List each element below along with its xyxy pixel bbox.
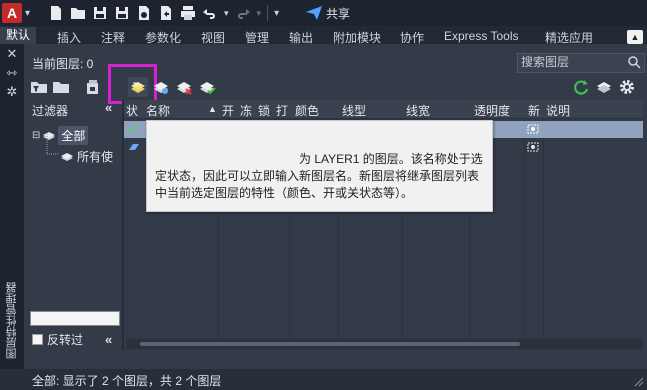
share-file-icon[interactable] [158,5,174,21]
tree-connector [46,134,59,155]
current-layer-check-icon: ✔ [128,121,139,136]
new-layer-vp-frozen-icon[interactable] [152,78,170,96]
save-icon[interactable] [92,5,108,21]
tooltip-line-2: 定状态，因此可以立即输入新图层名。新图层将继承图层列表 [155,169,480,183]
open-web-icon[interactable] [136,5,152,21]
layers-filter-icon [61,152,73,161]
col-on[interactable]: 开 [222,102,234,119]
new-property-filter-icon[interactable] [30,78,48,96]
autocad-logo: A [2,3,22,23]
refresh-icon[interactable] [572,78,590,96]
collapse-filters-button[interactable]: « [105,100,112,115]
undo-icon[interactable] [202,5,218,21]
current-layer-label: 当前图层: 0 [32,57,94,71]
palette-title: 图层特性管理器 [6,282,18,359]
col-plot[interactable]: 打 [276,102,288,119]
col-linetype[interactable]: 线型 [342,102,366,119]
qat-separator [267,5,269,21]
col-color[interactable]: 颜色 [295,102,319,119]
col-status[interactable]: 状 [126,102,138,119]
plot-icon[interactable] [180,5,196,21]
delete-layer-icon[interactable] [175,78,193,96]
customize-qat-icon[interactable]: ▾ [274,8,279,19]
status-text: 全部: 显示了 2 个图层，共 2 个图层 [32,374,222,388]
invert-filter-label: 反转过 [47,333,84,347]
invert-filter-checkbox[interactable] [32,334,43,345]
resize-grip-icon[interactable] [634,377,644,387]
tab-default[interactable]: 默认 [0,27,37,44]
new-vp-freeze-icon[interactable] [526,141,540,153]
filter-name-input[interactable] [30,311,120,326]
quick-access-toolbar: A ▾ ▾ ▾ ▾ 共享 [0,0,647,26]
col-lock[interactable]: 锁 [258,102,270,119]
properties-icon[interactable]: ✲ [5,85,19,99]
new-group-filter-icon[interactable] [52,78,70,96]
col-description[interactable]: 说明 [546,102,570,119]
horizontal-scrollbar[interactable] [126,339,643,349]
col-transparency[interactable]: 透明度 [474,102,510,119]
auto-hide-icon[interactable]: ⇿ [5,66,19,80]
tooltip-line-1: 为 LAYER1 的图层。该名称处于选 [299,152,483,166]
save-as-icon[interactable] [114,5,130,21]
ribbon-minimize-button[interactable]: ▲ [627,30,643,44]
scrollbar-thumb[interactable] [140,342,520,346]
gear-icon[interactable] [618,78,636,96]
undo-dropdown-icon[interactable]: ▾ [224,8,229,19]
redo-icon[interactable] [235,5,251,21]
set-current-icon[interactable] [198,78,216,96]
filter-used-label: 所有使 [77,150,114,164]
filters-header: 过滤器 [32,104,69,118]
collapse-filters-bottom-button[interactable]: « [105,332,112,347]
invert-filter-row[interactable]: 反转过 [32,331,83,348]
tab-express-tools[interactable]: Express Tools [444,29,518,43]
search-input[interactable] [518,54,621,70]
paper-plane-icon [306,6,322,20]
open-folder-icon[interactable] [70,5,86,21]
col-name[interactable]: 名称 [146,102,170,119]
filter-tree-all[interactable]: ⊟ 全部 [32,126,89,145]
application-menu-button[interactable]: A ▾ [2,2,36,24]
tree-collapse-icon[interactable]: ⊟ [32,130,40,141]
highlight-box [108,64,157,104]
share-button[interactable]: 共享 [306,3,350,23]
layer-states-manager-icon[interactable] [84,78,102,96]
settings-layers-icon[interactable] [595,78,613,96]
tooltip-line-3: 中当前选定图层的特性（颜色、开或关状态等）。 [155,186,414,200]
redo-dropdown-icon[interactable]: ▾ [257,8,262,19]
share-label: 共享 [326,6,351,21]
filter-all-label: 全部 [58,126,89,145]
chevron-down-icon: ▾ [25,7,31,19]
filter-tree-used[interactable]: 所有使 [60,148,113,165]
col-lineweight[interactable]: 线宽 [406,102,430,119]
layer-list-header: 状 名称 ▲ 开 冻 锁 打 颜色 线型 线宽 透明度 新 说明 [124,100,643,119]
layer-status-icon [129,144,139,150]
col-freeze[interactable]: 冻 [240,102,252,119]
close-icon[interactable]: ✕ [5,47,19,61]
sort-asc-icon: ▲ [208,104,217,114]
col-new-vp-freeze[interactable]: 新 [528,102,540,119]
column-divider [543,119,544,339]
palette-title-strip: ✕ ⇿ ✲ 图层特性管理器 [0,44,24,369]
qat-icons: ▾ ▾ ▾ [48,3,279,23]
new-layer-tooltip: 为 LAYER1 的图层。该名称处于选 定状态，因此可以立即输入新图层名。新图层… [146,120,493,212]
column-divider [524,119,525,339]
search-icon[interactable] [627,55,641,69]
new-file-icon[interactable] [48,5,64,21]
search-layers-box[interactable] [517,53,645,73]
new-vp-freeze-icon[interactable] [526,123,540,135]
ribbon-tab-bar: 默认 插入 注释 参数化 视图 管理 输出 附加模块 协作 Express To… [0,26,647,45]
